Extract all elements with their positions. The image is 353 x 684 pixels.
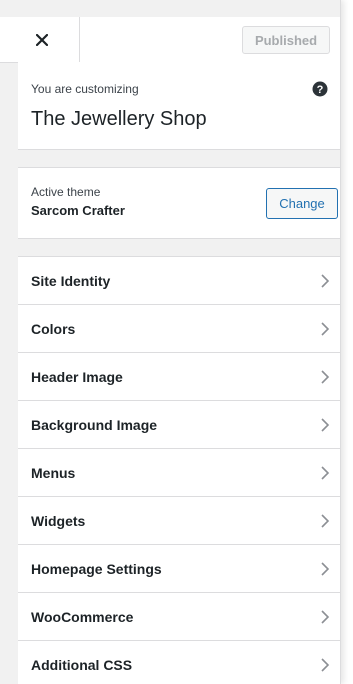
close-button[interactable] [18, 17, 80, 62]
section-label: Header Image [31, 369, 123, 385]
section-widgets[interactable]: Widgets [18, 497, 340, 545]
chevron-right-icon [321, 274, 330, 288]
section-colors[interactable]: Colors [18, 305, 340, 353]
customizer-sections-list: Site Identity Colors Header Image Backgroun… [18, 256, 340, 684]
section-additional-css[interactable]: Additional CSS [18, 641, 340, 684]
chevron-right-icon [321, 658, 330, 672]
active-theme-name: Sarcom Crafter [31, 203, 125, 218]
chevron-right-icon [321, 418, 330, 432]
close-icon [36, 34, 48, 46]
active-theme-label: Active theme [31, 185, 101, 199]
customizer-panel: Published You are customizing The Jewell… [0, 0, 341, 684]
chevron-right-icon [321, 466, 330, 480]
section-label: Homepage Settings [31, 561, 162, 577]
customizing-label: You are customizing [31, 82, 139, 96]
section-homepage-settings[interactable]: Homepage Settings [18, 545, 340, 593]
chevron-right-icon [321, 370, 330, 384]
section-menus[interactable]: Menus [18, 449, 340, 497]
change-theme-button[interactable]: Change [266, 188, 338, 219]
section-label: Colors [31, 321, 76, 337]
section-site-identity[interactable]: Site Identity [18, 257, 340, 305]
customizer-header: Published [0, 17, 340, 63]
section-label: Background Image [31, 417, 158, 433]
site-title: The Jewellery Shop [31, 108, 207, 130]
published-button[interactable]: Published [242, 26, 330, 54]
section-background-image[interactable]: Background Image [18, 401, 340, 449]
section-label: Widgets [31, 513, 86, 529]
question-circle-icon[interactable]: ? [312, 81, 328, 97]
section-label: Site Identity [31, 273, 111, 289]
customizing-info: You are customizing The Jewellery Shop ? [18, 62, 340, 150]
svg-text:?: ? [317, 84, 324, 96]
section-woocommerce[interactable]: WooCommerce [18, 593, 340, 641]
section-label: Menus [31, 465, 76, 481]
chevron-right-icon [321, 322, 330, 336]
chevron-right-icon [321, 514, 330, 528]
chevron-right-icon [321, 610, 330, 624]
chevron-right-icon [321, 562, 330, 576]
section-header-image[interactable]: Header Image [18, 353, 340, 401]
active-theme-section: Active theme Sarcom Crafter Change [18, 167, 340, 239]
section-label: WooCommerce [31, 609, 134, 625]
section-label: Additional CSS [31, 657, 133, 673]
